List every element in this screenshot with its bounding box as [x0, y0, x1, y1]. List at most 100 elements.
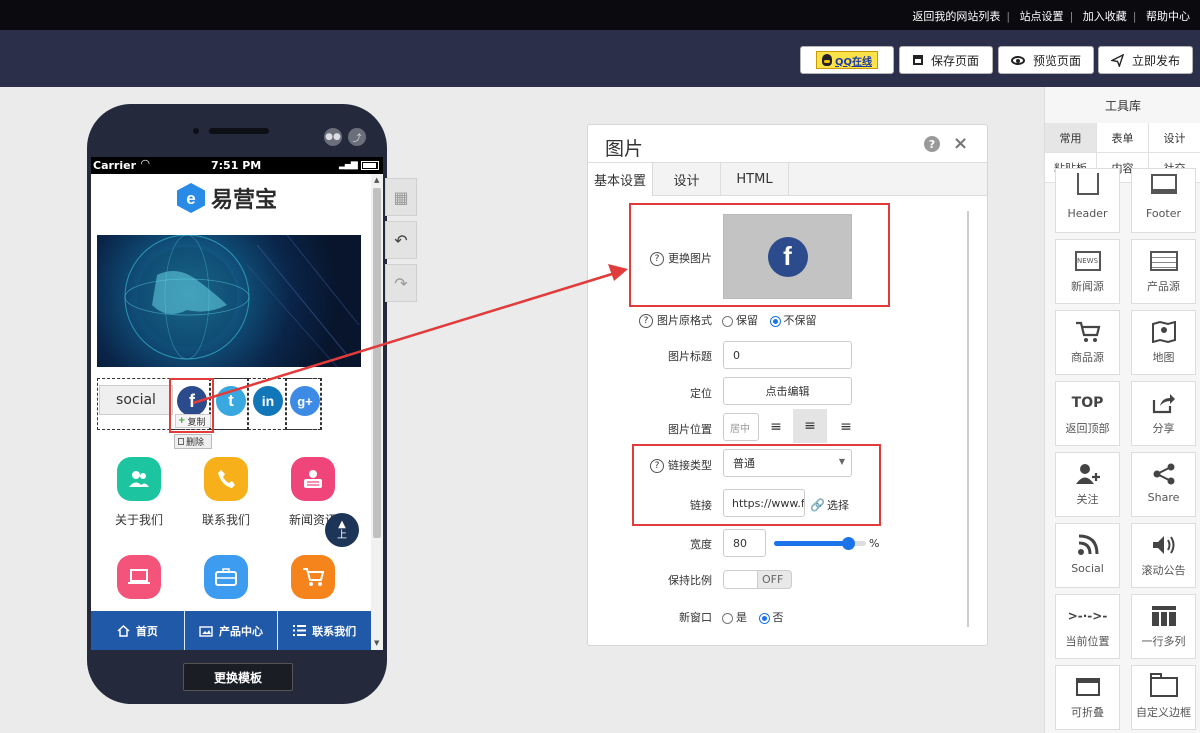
- width-slider[interactable]: [774, 537, 866, 550]
- nav-contact-label: 联系我们: [312, 624, 357, 638]
- tool-back-top[interactable]: TOP 返回顶部: [1055, 381, 1120, 446]
- tool-news-source[interactable]: NEWS 新闻源: [1055, 239, 1120, 304]
- img-title-input[interactable]: 0: [723, 341, 852, 369]
- about-us-app[interactable]: [117, 457, 161, 501]
- nav-home-label: 首页: [135, 624, 158, 638]
- tool-footer[interactable]: Footer: [1131, 168, 1196, 233]
- scroll-up-icon[interactable]: ▲: [374, 176, 379, 184]
- width-slider-knob[interactable]: [841, 537, 855, 550]
- back-to-top-button[interactable]: ▲ 上: [325, 513, 359, 547]
- googleplus-icon[interactable]: g+: [290, 386, 320, 416]
- cart-app[interactable]: [291, 555, 335, 599]
- laptop-icon: [128, 569, 150, 584]
- yes-radio[interactable]: [722, 612, 733, 624]
- tab-common[interactable]: 常用: [1045, 123, 1097, 153]
- tool-social-label: Social: [1071, 562, 1104, 575]
- nav-contact[interactable]: 联系我们: [278, 611, 371, 650]
- phone-scrollbar[interactable]: ▲ ▼: [371, 174, 383, 650]
- tab-design[interactable]: 设计: [653, 163, 721, 195]
- width-label: 宽度: [690, 538, 712, 551]
- wechat-icon[interactable]: ●●: [324, 128, 342, 146]
- tab-basic-settings[interactable]: 基本设置: [588, 163, 653, 196]
- contact-us-app[interactable]: [204, 457, 248, 501]
- redo-icon[interactable]: ↷: [385, 264, 417, 302]
- tab-tool-design[interactable]: 设计: [1149, 123, 1200, 153]
- tool-breadcrumb[interactable]: >-·->- 当前位置: [1055, 594, 1120, 659]
- nav-products-label: 产品中心: [219, 624, 263, 638]
- gallery-icon: [199, 625, 213, 637]
- position-edit-button[interactable]: 点击编辑: [723, 377, 852, 405]
- linkedin-icon[interactable]: in: [253, 386, 283, 416]
- keep-format-options: 保留 不保留: [722, 312, 817, 328]
- close-icon[interactable]: ×: [953, 133, 968, 154]
- align-left-icon[interactable]: ≡: [759, 413, 793, 441]
- nokeep-opt-label: 不保留: [783, 314, 817, 327]
- no-radio[interactable]: [758, 612, 770, 624]
- tool-header-label: Header: [1067, 207, 1108, 220]
- nav-products[interactable]: 产品中心: [185, 611, 279, 650]
- tool-back-top-label: 返回顶部: [1065, 422, 1110, 435]
- tool-goods-source[interactable]: 商品源: [1055, 310, 1120, 375]
- tool-share-en[interactable]: Share: [1131, 452, 1196, 517]
- delete-button[interactable]: 删除: [174, 434, 212, 449]
- link-help-center[interactable]: 帮助中心: [1146, 10, 1190, 23]
- replace-image-highlight: [629, 203, 890, 307]
- laptop-app[interactable]: [117, 555, 161, 599]
- tool-header[interactable]: Header: [1055, 168, 1120, 233]
- tool-follow[interactable]: 关注: [1055, 452, 1120, 517]
- align-right-icon[interactable]: ≡: [829, 413, 863, 441]
- nokeep-radio[interactable]: [769, 315, 781, 327]
- keep-radio[interactable]: [722, 315, 733, 327]
- status-bar: Carrier ◠ 7:51 PM ▂▄▆: [91, 157, 383, 174]
- width-input[interactable]: 80: [723, 529, 766, 557]
- twitter-icon[interactable]: t: [216, 386, 246, 416]
- carrier-label: Carrier: [93, 159, 137, 172]
- publish-now-button[interactable]: 立即发布: [1098, 46, 1193, 74]
- preview-page-button[interactable]: 预览页面: [998, 46, 1094, 74]
- undo-icon[interactable]: ↶: [385, 221, 417, 259]
- change-template-button[interactable]: 更换模板: [183, 663, 293, 691]
- tool-collapsible[interactable]: 可折叠: [1055, 665, 1120, 730]
- keep-format-row-label: ? 图片原格式: [628, 312, 712, 328]
- keep-ratio-toggle[interactable]: OFF: [723, 570, 792, 589]
- briefcase-icon: [215, 568, 237, 586]
- tab-html[interactable]: HTML: [721, 163, 789, 195]
- tool-custom-border[interactable]: 自定义边框: [1131, 665, 1196, 730]
- tool-scroll-notice[interactable]: 滚动公告: [1131, 523, 1196, 588]
- product-list-icon: [1132, 240, 1195, 274]
- save-page-button[interactable]: 保存页面: [899, 46, 993, 74]
- contact-us-label: 联系我们: [201, 513, 250, 527]
- tool-social[interactable]: Social: [1055, 523, 1120, 588]
- tool-map[interactable]: 地图: [1131, 310, 1196, 375]
- nav-home[interactable]: 首页: [91, 611, 185, 650]
- qq-online-button[interactable]: QQ在线: [800, 46, 894, 74]
- link-site-settings[interactable]: 站点设置: [1020, 10, 1064, 23]
- tool-product-source-label: 产品源: [1147, 280, 1180, 293]
- copy-button[interactable]: + 复制: [175, 414, 211, 428]
- banner-image[interactable]: [97, 235, 361, 367]
- help-icon[interactable]: ?: [924, 136, 940, 152]
- tool-share[interactable]: 分享: [1131, 381, 1196, 446]
- rss-icon: [1056, 524, 1119, 558]
- tab-form[interactable]: 表单: [1097, 123, 1149, 153]
- panel-scrollbar[interactable]: [967, 211, 969, 627]
- time-label: 7:51 PM: [211, 159, 262, 172]
- scroll-thumb[interactable]: [373, 188, 381, 538]
- tool-product-source[interactable]: 产品源: [1131, 239, 1196, 304]
- question-icon[interactable]: ?: [639, 314, 653, 328]
- toolbox-title: 工具库: [1104, 99, 1141, 113]
- link-settings-highlight: [632, 444, 881, 526]
- signal-icon: ▂▄▆: [339, 160, 358, 170]
- about-us-label: 关于我们: [114, 513, 163, 527]
- briefcase-app[interactable]: [204, 555, 248, 599]
- link-add-favorite[interactable]: 加入收藏: [1083, 10, 1127, 23]
- qrcode-icon[interactable]: ▦: [385, 178, 417, 216]
- panel-title: 图片: [605, 138, 644, 160]
- delete-label: 删除: [186, 438, 205, 448]
- scroll-down-icon[interactable]: ▼: [374, 639, 379, 647]
- chart-icon[interactable]: ⤴: [348, 128, 366, 146]
- tool-columns[interactable]: 一行多列: [1131, 594, 1196, 659]
- link-back-site-list[interactable]: 返回我的网站列表: [912, 10, 1000, 23]
- align-center-icon[interactable]: ≡: [793, 409, 827, 443]
- news-app[interactable]: [291, 457, 335, 501]
